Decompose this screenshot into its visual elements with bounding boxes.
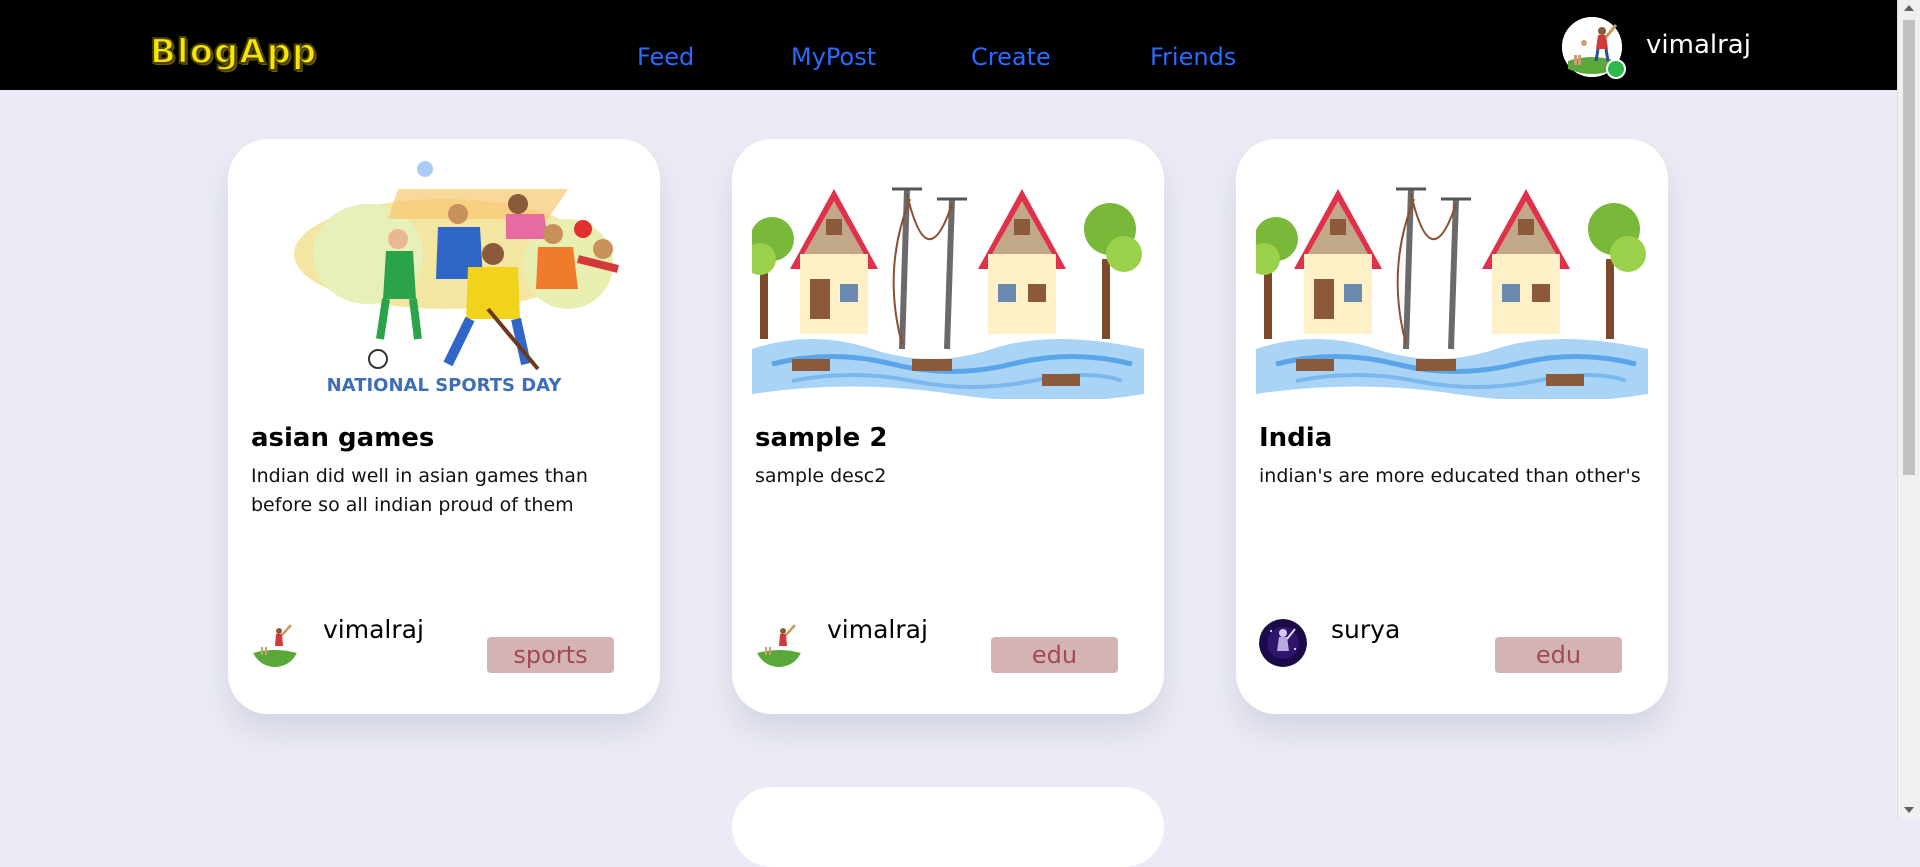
online-status-dot	[1606, 59, 1626, 79]
post-title: sample 2	[755, 423, 888, 453]
post-category-tag[interactable]: sports	[487, 637, 614, 673]
post-description: sample desc2	[755, 465, 887, 487]
post-card[interactable]: India indian's are more educated than ot…	[1236, 139, 1668, 714]
post-card[interactable]	[732, 787, 1164, 867]
post-author[interactable]: surya	[1331, 615, 1400, 644]
post-title: asian games	[251, 423, 435, 453]
post-category-tag[interactable]: edu	[991, 637, 1118, 673]
author-avatar-image	[755, 619, 803, 667]
nav-link-friends[interactable]: Friends	[1150, 43, 1236, 71]
scroll-up-icon[interactable]	[1904, 5, 1914, 11]
scroll-down-icon[interactable]	[1904, 807, 1914, 813]
post-category-tag[interactable]: edu	[1495, 637, 1622, 673]
post-card[interactable]: sample 2 sample desc2 vimalraj edu	[732, 139, 1164, 714]
nav-link-feed[interactable]: Feed	[637, 43, 694, 71]
nav-link-mypost[interactable]: MyPost	[791, 43, 876, 71]
post-card[interactable]: NATIONAL SPORTS DAY asian games Indian d…	[228, 139, 660, 714]
app-logo[interactable]: BlogApp	[149, 31, 317, 73]
nav-link-create[interactable]: Create	[971, 43, 1051, 71]
author-avatar-image	[251, 619, 299, 667]
post-image	[752, 187, 1144, 399]
author-avatar[interactable]	[1259, 619, 1307, 667]
post-title: India	[1259, 423, 1333, 453]
post-author[interactable]: vimalraj	[827, 615, 928, 644]
page-scrollbar[interactable]	[1897, 0, 1920, 818]
user-avatar[interactable]	[1562, 17, 1626, 79]
post-image-caption: NATIONAL SPORTS DAY	[327, 375, 563, 396]
post-description: Indian did well in asian games than befo…	[251, 465, 588, 516]
top-navbar: BlogApp Feed MyPost Create Friends vimal…	[0, 0, 1897, 90]
author-avatar-image	[1259, 619, 1307, 667]
post-description: indian's are more educated than other's	[1259, 465, 1641, 487]
scrollbar-thumb[interactable]	[1903, 20, 1915, 475]
post-image	[1256, 187, 1648, 399]
author-avatar[interactable]	[755, 619, 803, 667]
author-avatar[interactable]	[251, 619, 299, 667]
post-image: NATIONAL SPORTS DAY	[294, 161, 619, 396]
post-author[interactable]: vimalraj	[323, 615, 424, 644]
current-username[interactable]: vimalraj	[1646, 30, 1751, 60]
